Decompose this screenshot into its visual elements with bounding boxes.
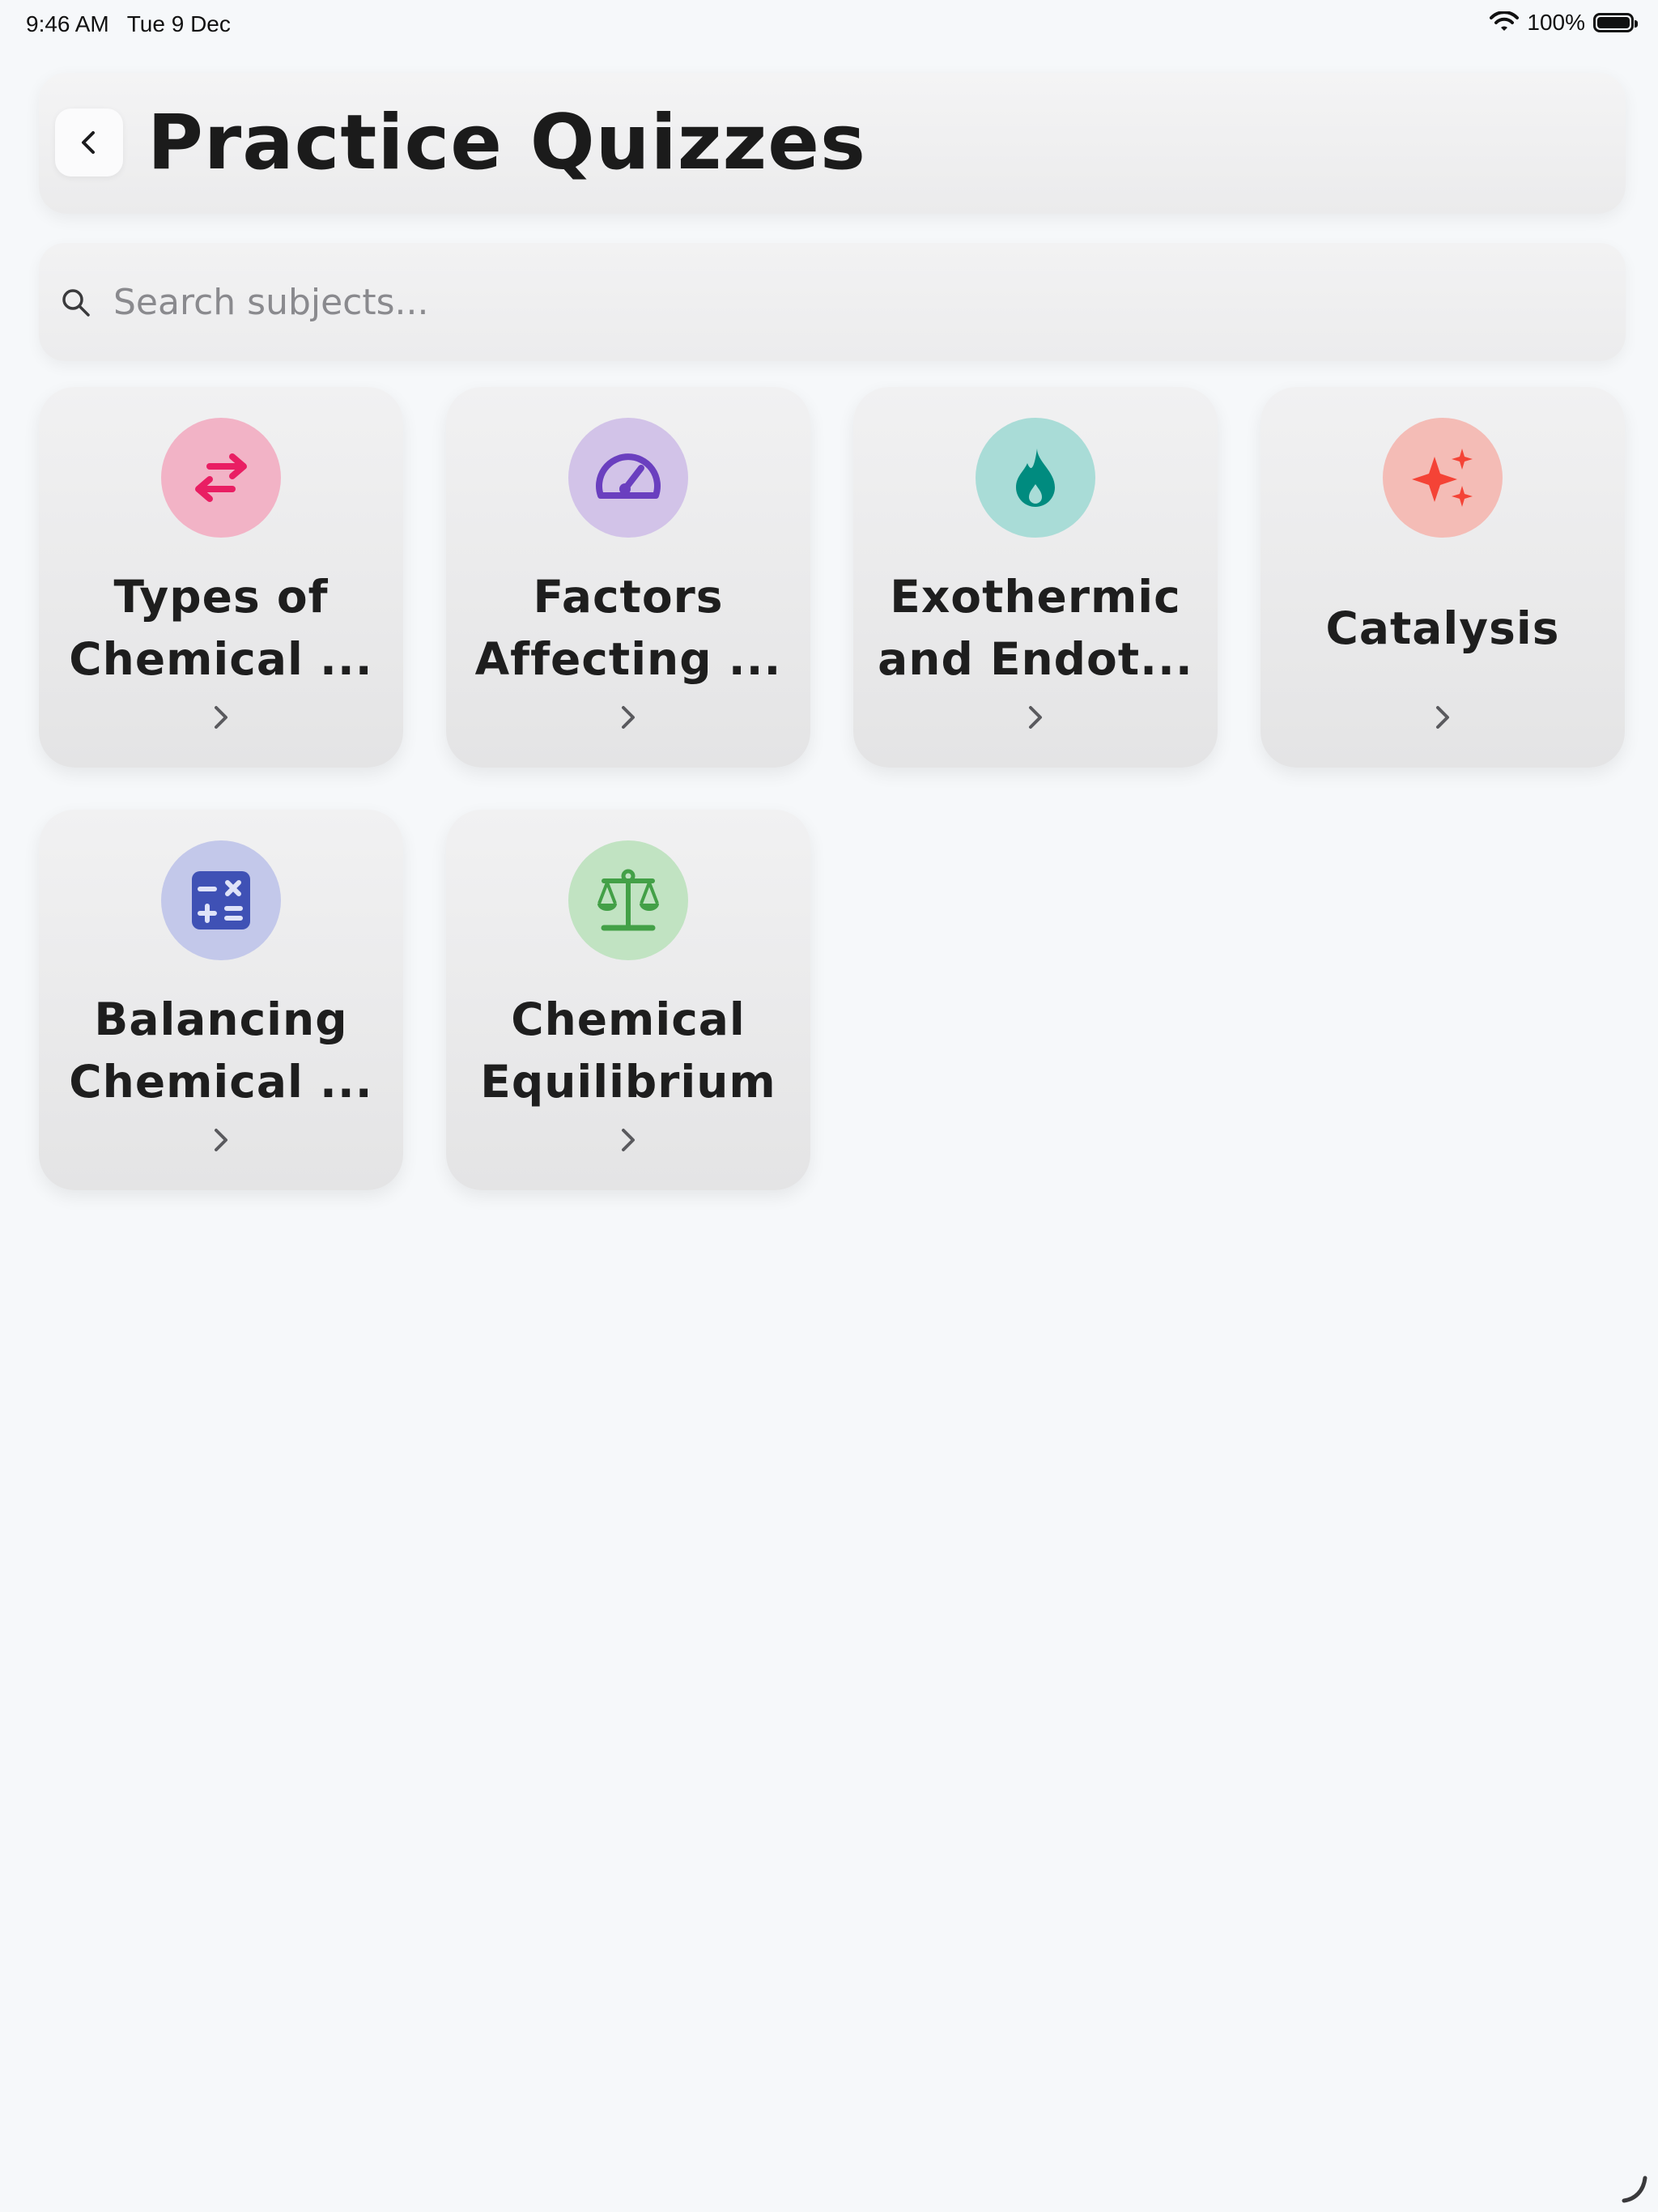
balance-scale-icon — [597, 869, 659, 931]
page-title: Practice Quizzes — [147, 99, 866, 187]
battery-level — [1597, 17, 1630, 28]
quiz-card-catalysis[interactable]: Catalysis — [1261, 387, 1625, 768]
chevron-right-icon — [1436, 706, 1449, 729]
quiz-card-factors-affecting[interactable]: Factors Affecting ... — [446, 387, 810, 768]
chevron-right-icon — [622, 1129, 635, 1151]
icon-circle — [976, 418, 1095, 538]
icon-circle — [1383, 418, 1503, 538]
quiz-card-title: Chemical Equilibrium — [480, 993, 776, 1108]
quiz-card-types-of-chemical[interactable]: Types of Chemical ... — [39, 387, 403, 768]
chevron-right-icon — [1029, 706, 1042, 729]
status-bar: 9:46 AM Tue 9 Dec 100% — [0, 0, 1658, 52]
fire-icon — [1016, 449, 1055, 507]
quiz-card-title: Factors Affecting ... — [474, 571, 782, 685]
quiz-card-title: Exothermic and Endot... — [878, 571, 1193, 685]
icon-circle — [568, 418, 688, 538]
sparkles-icon — [1412, 449, 1473, 507]
header-bar: Practice Quizzes — [39, 73, 1626, 214]
resize-handle-icon — [1622, 2176, 1647, 2203]
speedometer-icon — [596, 453, 661, 499]
back-button[interactable] — [55, 108, 123, 177]
chevron-left-icon — [82, 131, 95, 154]
calculator-icon — [192, 871, 250, 929]
chevron-right-icon — [215, 1129, 227, 1151]
icon-circle — [161, 418, 281, 538]
battery-icon — [1593, 13, 1638, 32]
swap-arrows-icon — [195, 453, 247, 502]
quiz-card-exothermic-endothermic[interactable]: Exothermic and Endot... — [853, 387, 1218, 768]
icon-circle — [161, 840, 281, 960]
search-icon — [62, 289, 90, 317]
status-left: 9:46 AM Tue 9 Dec — [26, 11, 231, 37]
quiz-card-balancing-chemical[interactable]: Balancing Chemical ... — [39, 810, 403, 1190]
status-time: 9:46 AM — [26, 11, 109, 36]
wifi-icon — [1490, 11, 1520, 31]
status-date: Tue 9 Dec — [126, 11, 231, 36]
chevron-right-icon — [215, 706, 227, 729]
quiz-card-title: Catalysis — [1325, 602, 1560, 654]
search-input[interactable] — [112, 267, 1572, 337]
quiz-card-chemical-equilibrium[interactable]: Chemical Equilibrium — [446, 810, 810, 1190]
status-right: 100% — [1490, 10, 1638, 36]
icon-circle — [568, 840, 688, 960]
quiz-card-title: Types of Chemical ... — [69, 571, 373, 685]
battery-percentage: 100% — [1527, 10, 1585, 35]
search-bar[interactable] — [39, 243, 1626, 361]
quiz-card-title: Balancing Chemical ... — [69, 993, 373, 1108]
chevron-right-icon — [622, 706, 635, 729]
